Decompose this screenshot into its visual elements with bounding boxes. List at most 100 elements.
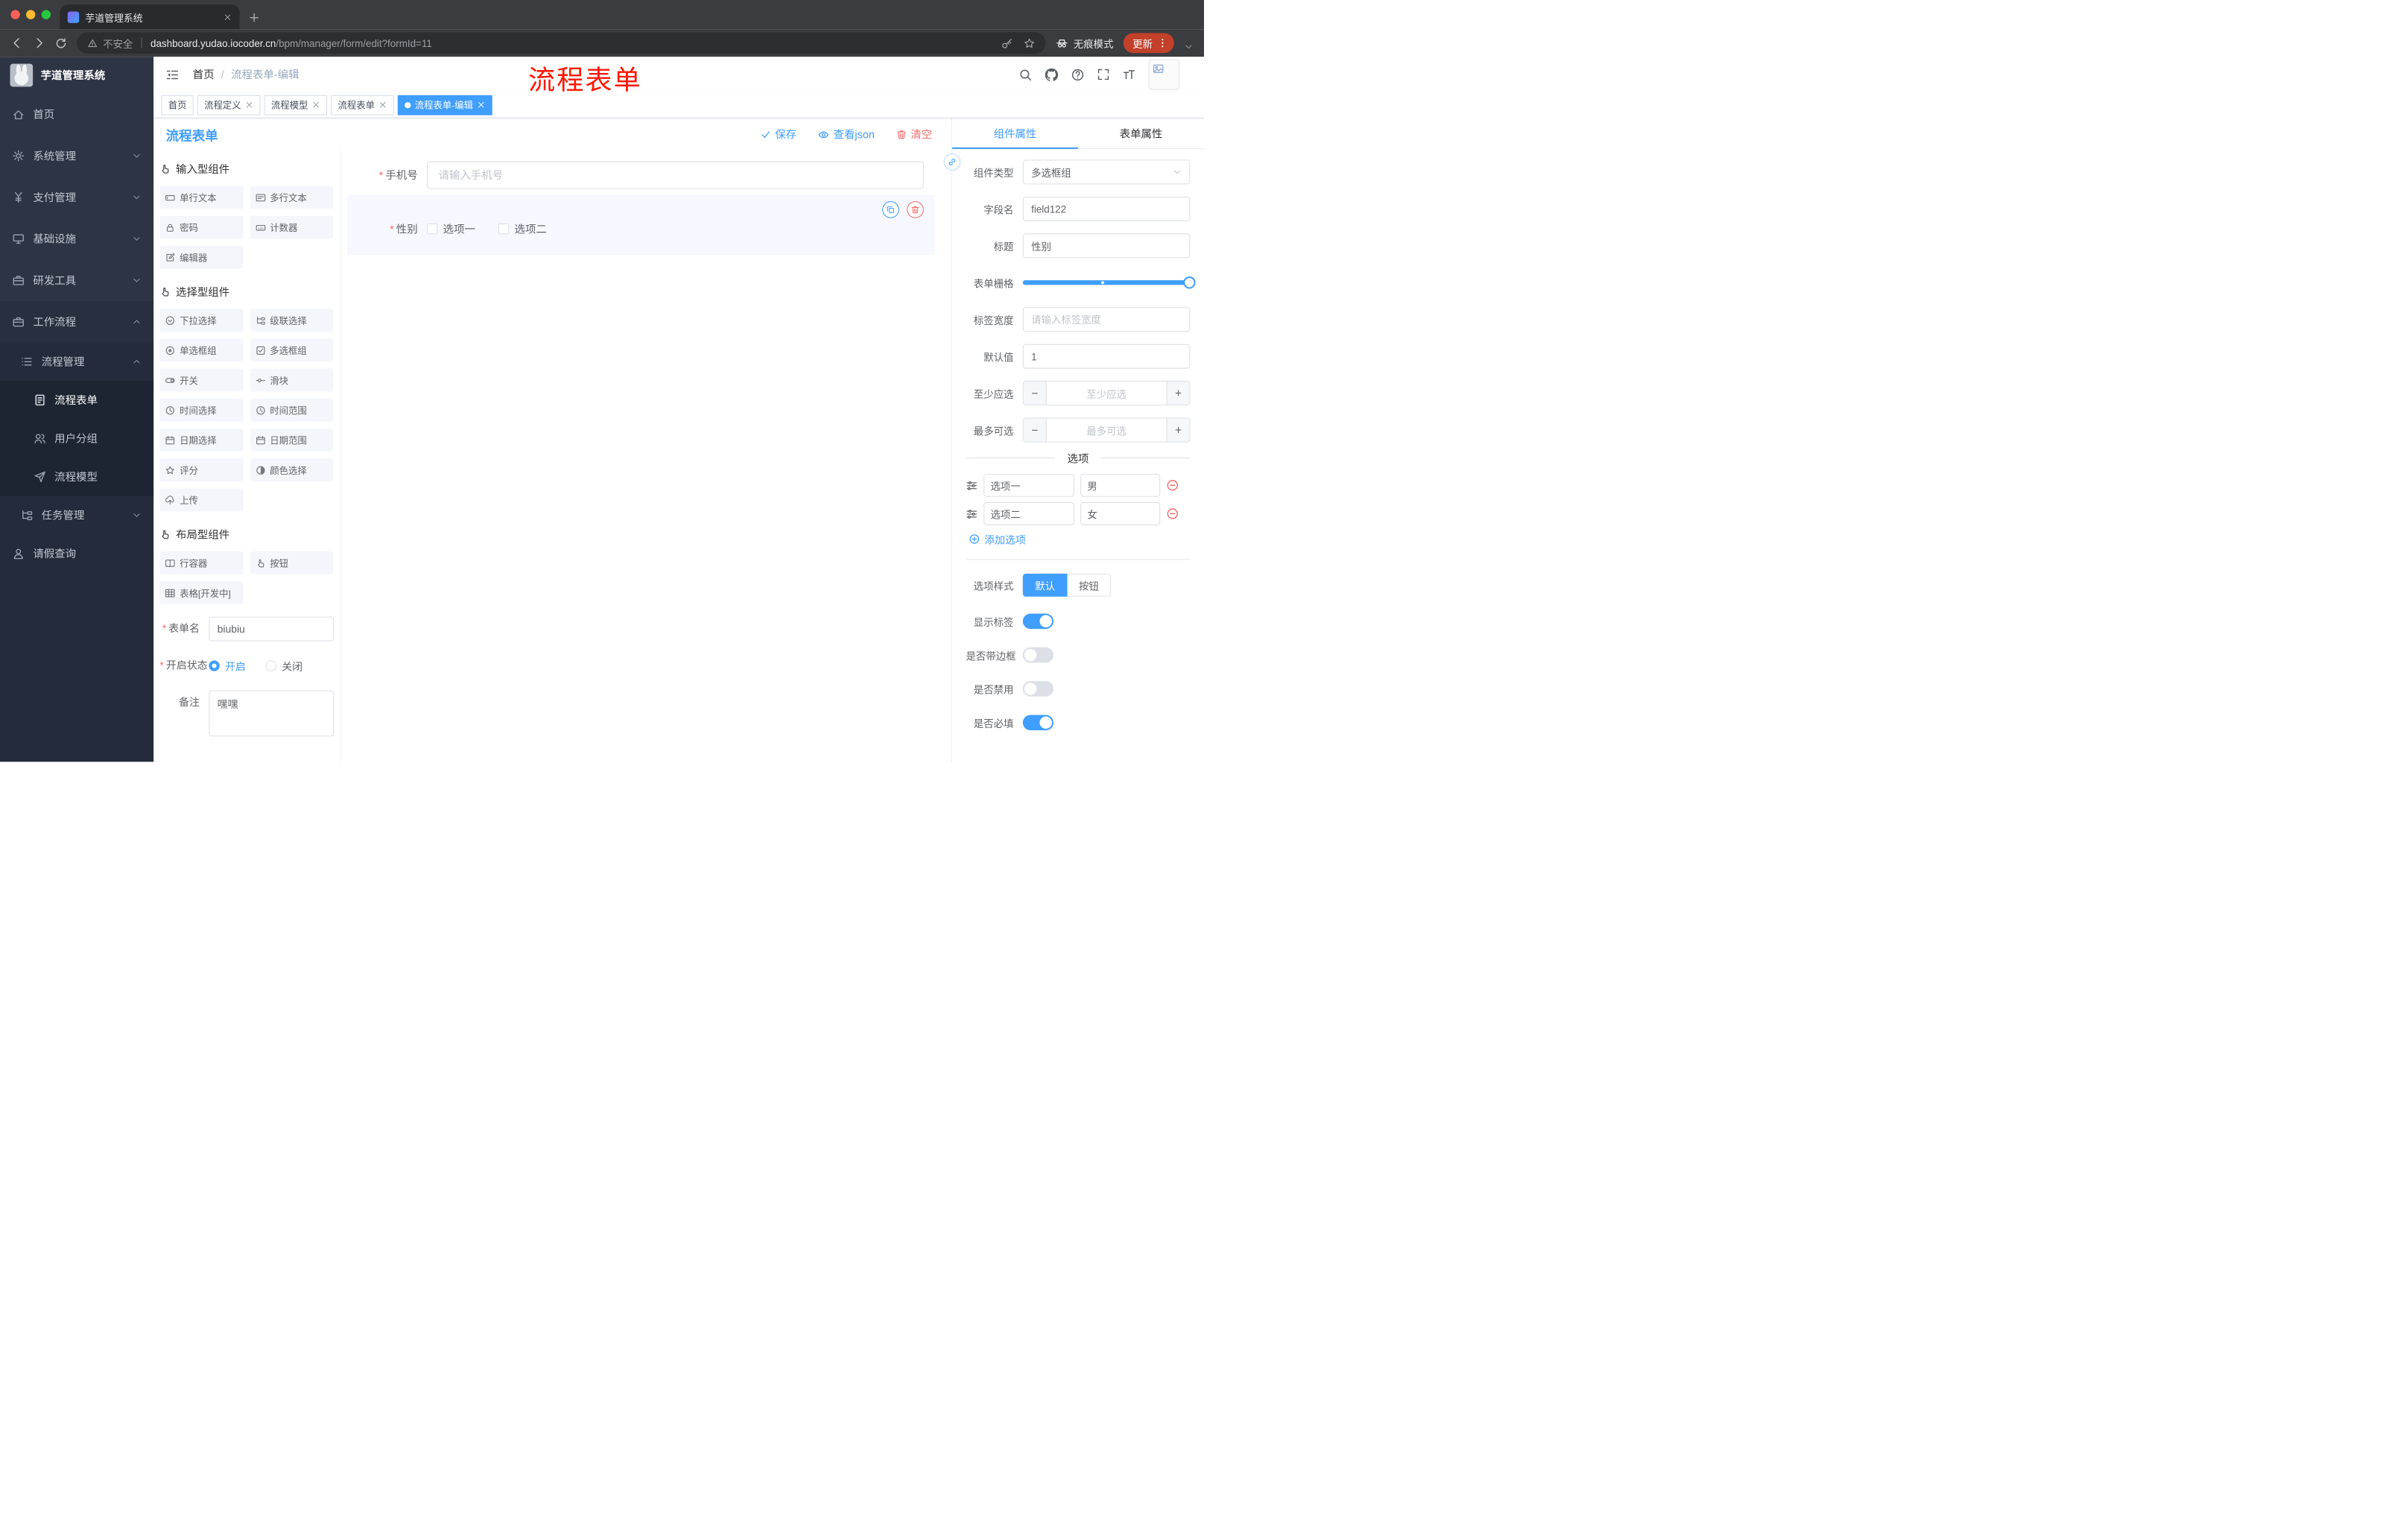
slider-handle[interactable]	[1183, 276, 1196, 289]
drag-handle-icon[interactable]	[966, 508, 978, 519]
link-icon[interactable]	[943, 153, 961, 171]
phone-field-row[interactable]: 手机号	[347, 161, 934, 189]
palette-item-single-line-text[interactable]: 单行文本	[159, 186, 244, 209]
forward-icon[interactable]	[33, 37, 45, 48]
reload-icon[interactable]	[55, 37, 66, 48]
copy-component-button[interactable]	[882, 201, 899, 218]
option-style-default-button[interactable]: 默认	[1022, 573, 1068, 597]
save-button[interactable]: 保存	[761, 127, 796, 142]
selected-component-gender[interactable]: 性别 选项一 选项二	[346, 194, 935, 256]
update-button[interactable]: 更新	[1123, 33, 1174, 54]
sidebar-item-process-management[interactable]: 流程管理	[0, 343, 153, 381]
required-toggle[interactable]	[1022, 715, 1054, 731]
close-window-button[interactable]	[10, 10, 20, 19]
tag-process-form[interactable]: 流程表单	[331, 95, 394, 115]
option-style-button-button[interactable]: 按钮	[1067, 573, 1112, 597]
minus-circle-icon[interactable]	[1166, 507, 1178, 519]
chevron-down-icon[interactable]	[1184, 42, 1193, 51]
option-value-input[interactable]	[1080, 502, 1161, 525]
checkbox-box[interactable]	[427, 223, 438, 235]
form-remark-textarea[interactable]: 嘿嘿	[209, 690, 335, 737]
phone-field-input[interactable]	[427, 161, 924, 189]
minus-circle-icon[interactable]	[1166, 479, 1178, 491]
zoom-window-button[interactable]	[41, 10, 51, 19]
label-width-input[interactable]	[1022, 307, 1191, 332]
palette-item-slider[interactable]: 滑块	[250, 368, 334, 392]
clear-button[interactable]: 清空	[896, 127, 932, 142]
palette-item-radio-group[interactable]: 单选框组	[159, 338, 244, 362]
add-option-button[interactable]: 添加选项	[969, 531, 1191, 547]
default-value-input[interactable]	[1022, 343, 1191, 369]
close-icon[interactable]	[245, 101, 253, 109]
tag-process-model[interactable]: 流程模型	[264, 95, 328, 115]
kebab-menu-icon[interactable]	[1157, 37, 1167, 48]
close-icon[interactable]	[378, 101, 387, 109]
sidebar-item-leave-query[interactable]: 请假查询	[0, 534, 153, 573]
radio-open[interactable]: 开启	[209, 658, 246, 674]
slider-track[interactable]	[1022, 276, 1196, 289]
new-tab-icon[interactable]	[249, 12, 259, 22]
disabled-toggle[interactable]	[1022, 681, 1054, 697]
sidebar-item-process-model[interactable]: 流程模型	[0, 457, 154, 496]
sidebar-item-dev-tools[interactable]: 研发工具	[0, 259, 153, 301]
tab-component-properties[interactable]: 组件属性	[952, 118, 1078, 148]
increase-button[interactable]: +	[1166, 418, 1190, 442]
drag-handle-icon[interactable]	[966, 480, 978, 491]
option-label-input[interactable]	[983, 502, 1074, 525]
form-grid-slider[interactable]	[1022, 270, 1196, 295]
option-label-input[interactable]	[983, 473, 1074, 497]
palette-item-date-picker[interactable]: 日期选择	[159, 428, 244, 452]
checkbox-box[interactable]	[498, 223, 510, 235]
palette-item-color-picker[interactable]: 颜色选择	[250, 458, 334, 482]
avatar[interactable]	[1148, 59, 1180, 90]
tag-home[interactable]: 首页	[161, 95, 194, 115]
palette-item-upload[interactable]: 上传	[159, 488, 244, 512]
font-size-icon[interactable]	[1123, 68, 1136, 81]
palette-item-time-range[interactable]: 时间范围	[250, 398, 334, 422]
tab-close-icon[interactable]	[224, 13, 232, 21]
browser-tab[interactable]: 芋道管理系统	[60, 4, 240, 30]
close-icon[interactable]	[477, 101, 485, 109]
palette-item-date-range[interactable]: 日期范围	[250, 428, 334, 452]
field-name-input[interactable]	[1022, 196, 1191, 221]
sidebar-item-payment-management[interactable]: 支付管理	[0, 177, 153, 218]
github-icon[interactable]	[1045, 68, 1059, 81]
view-json-button[interactable]: 查看json	[818, 127, 875, 142]
form-canvas[interactable]: 手机号 性别	[340, 150, 951, 762]
palette-item-counter[interactable]: 计数器	[250, 215, 334, 239]
minimize-window-button[interactable]	[26, 10, 36, 19]
key-icon[interactable]	[1001, 37, 1013, 48]
palette-item-select[interactable]: 下拉选择	[159, 308, 244, 332]
star-icon[interactable]	[1024, 37, 1035, 48]
breadcrumb-home[interactable]: 首页	[193, 67, 215, 83]
checkbox-option-1[interactable]: 选项一	[427, 221, 475, 237]
sidebar-item-system-management[interactable]: 系统管理	[0, 135, 153, 177]
palette-item-rate[interactable]: 评分	[159, 458, 244, 482]
radio-closed[interactable]: 关闭	[265, 658, 302, 674]
palette-item-button[interactable]: 按钮	[250, 551, 334, 574]
sidebar-item-user-group[interactable]: 用户分组	[0, 419, 154, 458]
decrease-button[interactable]: −	[1023, 381, 1047, 405]
security-label[interactable]: 不安全	[103, 36, 133, 51]
sidebar-item-infrastructure[interactable]: 基础设施	[0, 218, 153, 260]
palette-item-row-container[interactable]: 行容器	[159, 551, 244, 574]
palette-item-table[interactable]: 表格[开发中]	[159, 581, 244, 605]
palette-item-time-picker[interactable]: 时间选择	[159, 398, 244, 422]
palette-item-password[interactable]: 密码	[159, 215, 244, 239]
tag-process-definition[interactable]: 流程定义	[197, 95, 261, 115]
component-type-select[interactable]: 多选框组	[1022, 159, 1191, 185]
tag-process-form-edit[interactable]: 流程表单-编辑	[397, 95, 492, 115]
decrease-button[interactable]: −	[1023, 418, 1047, 442]
sidebar-item-home[interactable]: 首页	[0, 94, 153, 136]
palette-item-switch[interactable]: 开关	[159, 368, 244, 392]
palette-item-checkbox-group[interactable]: 多选框组	[250, 338, 334, 362]
show-label-toggle[interactable]	[1022, 613, 1054, 630]
palette-item-multi-line-text[interactable]: 多行文本	[250, 186, 334, 209]
increase-button[interactable]: +	[1166, 381, 1190, 405]
help-icon[interactable]	[1071, 68, 1085, 81]
checkbox-option-2[interactable]: 选项二	[498, 221, 547, 237]
search-icon[interactable]	[1019, 68, 1033, 81]
fullscreen-icon[interactable]	[1097, 69, 1109, 80]
delete-component-button[interactable]	[907, 201, 924, 218]
border-toggle[interactable]	[1022, 647, 1054, 663]
